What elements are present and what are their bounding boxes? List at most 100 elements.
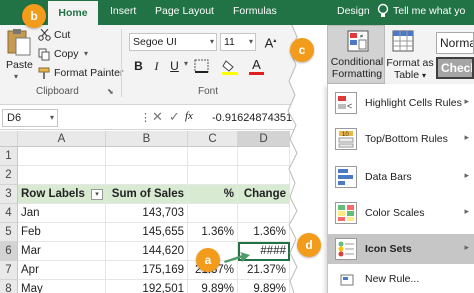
chevron-right-icon: ▸: [464, 242, 469, 252]
tab-insert[interactable]: Insert: [110, 5, 136, 17]
fill-color-icon[interactable]: [222, 59, 239, 75]
grid-cell[interactable]: [188, 166, 238, 185]
row-header[interactable]: 6: [0, 242, 18, 261]
chevron-down-icon: ▾: [422, 71, 427, 80]
name-box[interactable]: D6 ▾: [2, 109, 58, 127]
data-bars-icon: [335, 166, 357, 188]
menu-item-top-bottom-rules[interactable]: 10 Top/Bottom Rules ▸: [328, 124, 474, 154]
font-color-button[interactable]: A: [248, 56, 265, 75]
pivot-header-cell[interactable]: Change: [238, 185, 290, 204]
grid-cell[interactable]: [106, 166, 188, 185]
svg-text:10: 10: [342, 132, 349, 138]
grid-cell[interactable]: Feb: [18, 223, 106, 242]
insert-function-button[interactable]: fx: [185, 110, 193, 122]
tab-page-layout[interactable]: Page Layout: [155, 5, 214, 17]
torn-edge-decoration: [287, 25, 300, 293]
row-header[interactable]: 7: [0, 261, 18, 280]
grid-cell[interactable]: 145,655: [106, 223, 188, 242]
row-header[interactable]: 8: [0, 280, 18, 293]
clipboard-launcher-icon[interactable]: ⬊: [107, 87, 114, 96]
grid-cell[interactable]: Jan: [18, 204, 106, 223]
column-header-a[interactable]: A: [18, 131, 106, 147]
paste-icon[interactable]: [6, 28, 32, 58]
grid-cell[interactable]: 175,169: [106, 261, 188, 280]
cell-style-normal[interactable]: Norma: [436, 32, 474, 54]
font-family-select[interactable]: Segoe UI ▾: [129, 33, 217, 51]
cancel-icon[interactable]: ✕: [152, 109, 163, 125]
group-separator: [121, 29, 122, 97]
row-header[interactable]: 1: [0, 147, 18, 166]
italic-button[interactable]: I: [148, 58, 165, 75]
highlight-cells-icon: <: [335, 92, 357, 114]
grid-cell[interactable]: Mar: [18, 242, 106, 261]
menu-item-highlight-cells-rules[interactable]: < Highlight Cells Rules ▸: [328, 88, 474, 118]
menu-item-icon-sets[interactable]: Icon Sets ▸: [328, 234, 474, 264]
cf-label-line1: Conditional: [330, 56, 384, 68]
grid-cell[interactable]: [18, 166, 106, 185]
format-painter-icon: [38, 67, 51, 80]
grid-cell[interactable]: [238, 166, 290, 185]
grid-cell[interactable]: May: [18, 280, 106, 293]
grid-cell[interactable]: [106, 147, 188, 166]
format-as-table-button[interactable]: Format as Table ▾: [386, 57, 434, 82]
cell-style-check[interactable]: Check: [436, 57, 474, 79]
borders-icon[interactable]: [194, 59, 211, 74]
font-size-value: 11: [224, 36, 235, 48]
pivot-header-cell[interactable]: %: [188, 185, 238, 204]
copy-button[interactable]: Copy: [54, 48, 79, 60]
column-header-d[interactable]: D: [238, 131, 290, 147]
tell-me-search[interactable]: Tell me what yo: [393, 5, 465, 17]
grid-cell[interactable]: 9.89%: [238, 280, 290, 293]
lightbulb-icon: [375, 3, 391, 19]
pivot-header-cell[interactable]: Sum of Sales: [106, 185, 188, 204]
paste-button[interactable]: Paste: [6, 59, 33, 71]
enter-check-icon[interactable]: ✓: [169, 109, 180, 125]
column-header-b[interactable]: B: [106, 131, 188, 147]
font-family-value: Segoe UI: [133, 36, 177, 48]
menu-item-data-bars[interactable]: Data Bars ▸: [328, 162, 474, 192]
bold-button[interactable]: B: [130, 58, 147, 75]
font-color-letter: A: [252, 57, 261, 72]
grid-cell[interactable]: [188, 204, 238, 223]
row-header[interactable]: 5: [0, 223, 18, 242]
grid-cell[interactable]: [238, 147, 290, 166]
row-header[interactable]: 3: [0, 185, 18, 204]
grid-cell[interactable]: 144,620: [106, 242, 188, 261]
menu-item-color-scales[interactable]: Color Scales ▸: [328, 198, 474, 228]
grid-cell[interactable]: 192,501: [106, 280, 188, 293]
filter-dropdown-icon[interactable]: ▾: [91, 189, 103, 200]
increase-font-icon[interactable]: A▴: [262, 33, 279, 50]
grid-cell[interactable]: 1.36%: [238, 223, 290, 242]
chevron-down-icon[interactable]: ▾: [14, 72, 18, 81]
name-box-value: D6: [7, 112, 22, 124]
copy-dropdown-icon[interactable]: ▾: [84, 49, 88, 58]
grid-cell[interactable]: [188, 147, 238, 166]
row-header[interactable]: 4: [0, 204, 18, 223]
grid-cell[interactable]: 9.89%: [188, 280, 238, 293]
cut-button[interactable]: Cut: [54, 29, 70, 41]
svg-text:<: <: [347, 101, 352, 111]
copy-icon: [38, 48, 51, 61]
grid-cell[interactable]: [18, 147, 106, 166]
menu-item-label: Icon Sets: [365, 243, 412, 255]
tab-design[interactable]: Design: [337, 5, 370, 17]
font-size-select[interactable]: 11 ▾: [220, 33, 256, 51]
grid-cell[interactable]: 143,703: [106, 204, 188, 223]
menu-item-label: Data Bars: [365, 171, 412, 183]
menu-item-label: New Rule...: [365, 273, 420, 285]
conditional-formatting-button[interactable]: ≠ Conditional Formatting ▾: [327, 25, 385, 91]
tab-home[interactable]: Home: [48, 1, 98, 25]
select-all-corner[interactable]: [0, 131, 18, 147]
chevron-right-icon: ▸: [464, 170, 469, 180]
menu-item-new-rule[interactable]: New Rule...: [328, 268, 474, 292]
underline-dropdown-icon[interactable]: ▾: [184, 59, 188, 68]
format-painter-button[interactable]: Format Painter: [54, 67, 123, 79]
column-header-c[interactable]: C: [188, 131, 238, 147]
underline-button[interactable]: U: [166, 58, 183, 75]
row-header[interactable]: 2: [0, 166, 18, 185]
grid-cell[interactable]: Apr: [18, 261, 106, 280]
tab-formulas[interactable]: Formulas: [233, 5, 277, 17]
grid-cell[interactable]: 1.36%: [188, 223, 238, 242]
conditional-formatting-icon: ≠: [347, 30, 369, 52]
grid-cell[interactable]: [238, 204, 290, 223]
